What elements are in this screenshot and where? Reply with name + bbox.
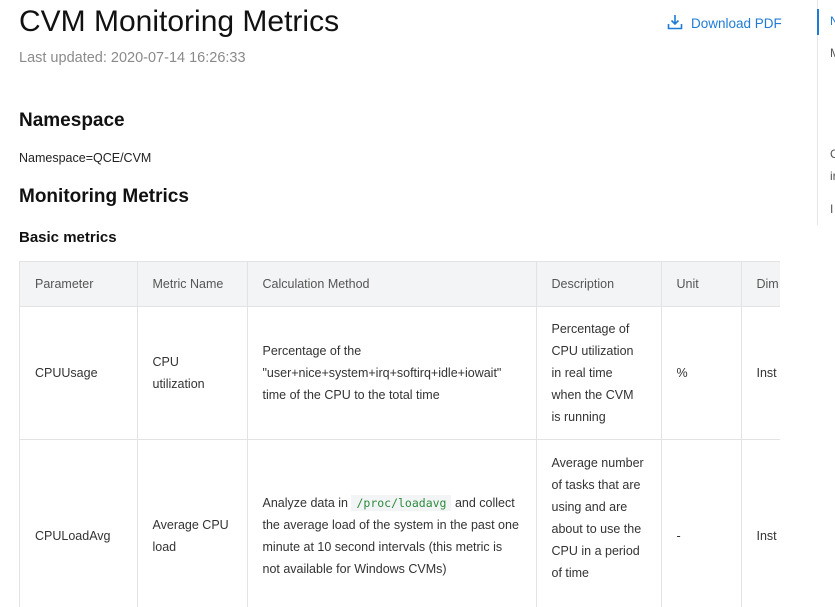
cell-metric-name: Average CPU load [137,439,248,607]
cell-dim: Inst [741,439,780,607]
cell-dim: Inst [741,306,780,440]
calc-text-before: Analyze data in [262,496,348,510]
page: CVM Monitoring Metrics Last updated: 202… [0,0,835,607]
toc-item[interactable]: ir [830,169,835,183]
toc-item[interactable]: C [830,147,835,161]
metrics-table-container[interactable]: Parameter Metric Name Calculation Method… [19,261,780,607]
header-dim: Dim [741,261,780,307]
cell-unit: - [661,439,742,607]
page-title: CVM Monitoring Metrics [19,5,340,38]
header-calculation-method: Calculation Method [247,261,537,307]
namespace-heading: Namespace [19,110,125,131]
download-pdf-link[interactable]: Download PDF [667,14,782,33]
toc-active-indicator [817,9,819,35]
metrics-table: Parameter Metric Name Calculation Method… [20,261,780,607]
code-proc-loadavg: /proc/loadavg [351,495,452,511]
header-metric-name: Metric Name [137,261,248,307]
header-unit: Unit [661,261,742,307]
table-of-contents-panel: N M C ir I [817,0,835,225]
header-description: Description [536,261,662,307]
download-pdf-label: Download PDF [691,16,782,31]
cell-parameter: CPUUsage [20,306,138,440]
toc-item[interactable]: N [830,14,835,28]
namespace-text: Namespace=QCE/CVM [19,151,152,165]
toc-item[interactable]: I [830,202,835,216]
header-parameter: Parameter [20,261,138,307]
table-header-row: Parameter Metric Name Calculation Method… [20,261,780,307]
last-updated: Last updated: 2020-07-14 16:26:33 [19,50,246,66]
cell-metric-name: CPU utilization [137,306,248,440]
basic-metrics-heading: Basic metrics [19,229,117,246]
cell-description: Average number of tasks that are using a… [536,439,662,607]
cell-parameter: CPULoadAvg [20,439,138,607]
cell-calculation: Percentage of the "user+nice+system+irq+… [247,306,537,440]
table-row: CPUUsage CPU utilization Percentage of t… [20,306,780,440]
table-row: CPULoadAvg Average CPU load Analyze data… [20,439,780,607]
cell-description: Percentage of CPU utilization in real ti… [536,306,662,440]
cell-calculation: Analyze data in /proc/loadavg and collec… [247,439,537,607]
cell-unit: % [661,306,742,440]
download-icon [667,14,691,33]
monitoring-metrics-heading: Monitoring Metrics [19,186,189,207]
toc-item[interactable]: M [830,46,835,60]
